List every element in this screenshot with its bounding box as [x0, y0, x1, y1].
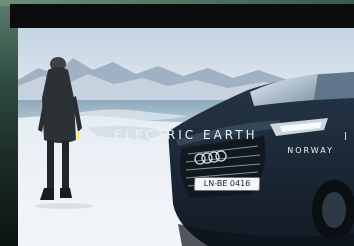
accent-tick-left [78, 131, 79, 139]
license-plate: LN-BE 0416 [193, 177, 261, 191]
accent-tick-right [345, 132, 346, 140]
letterbox-top [10, 4, 354, 28]
background-strip [0, 0, 18, 246]
video-frame: ELECTRIC EARTH NORWAY LN-BE 0416 [0, 0, 354, 246]
scene-image: ELECTRIC EARTH NORWAY LN-BE 0416 [18, 28, 354, 246]
caption-location: NORWAY [287, 146, 334, 155]
caption-title: ELECTRIC EARTH [114, 128, 258, 142]
